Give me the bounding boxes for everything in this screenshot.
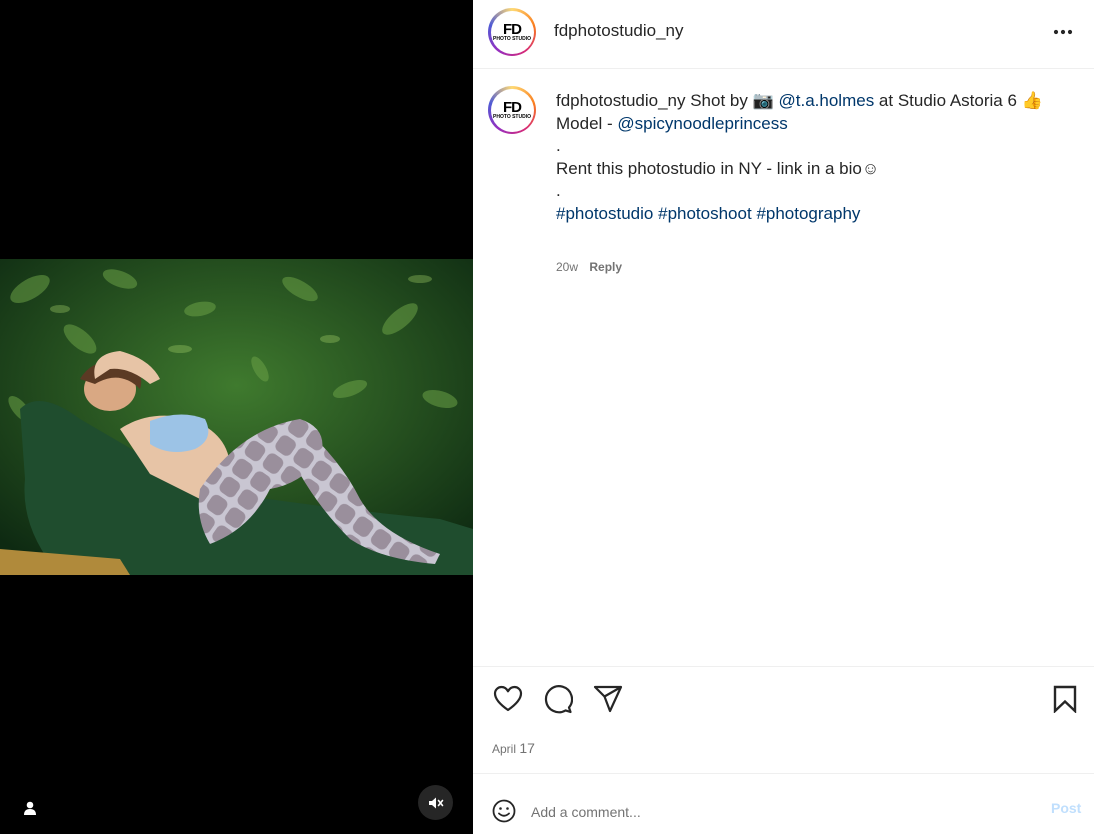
caption-meta: 20w Reply <box>556 260 630 274</box>
bookmark-icon <box>1053 685 1077 713</box>
comment-icon <box>544 685 573 714</box>
caption-section: FD PHOTO STUDIO fdphotostudio_ny Shot by… <box>473 70 1094 666</box>
logo-text: FD <box>503 99 522 116</box>
thumbs-up-emoji: 👍 <box>1021 91 1043 110</box>
hashtag-link[interactable]: #photography <box>756 204 860 223</box>
post-details-panel: FD PHOTO STUDIO fdphotostudio_ny FD PHOT… <box>473 0 1094 834</box>
caption-line-rent: Rent this photostudio in NY - link in a … <box>556 158 1066 181</box>
post-comment-button[interactable]: Post <box>1051 800 1081 816</box>
post-date[interactable]: April 17 <box>492 740 535 756</box>
user-tag-button[interactable] <box>18 796 42 820</box>
comment-input[interactable] <box>531 802 1021 822</box>
comment-button[interactable] <box>543 684 573 714</box>
caption-hashtags: #photostudio #photoshoot #photography <box>556 203 1066 226</box>
caption-dot-1: . <box>556 136 561 155</box>
studio-logo: FD PHOTO STUDIO <box>493 13 531 51</box>
add-comment-bar: Post <box>473 774 1094 834</box>
post-image-illustration <box>0 259 473 575</box>
caption-age[interactable]: 20w <box>556 260 578 274</box>
hashtag-link[interactable]: #photostudio <box>556 204 653 223</box>
studio-logo: FD PHOTO STUDIO <box>493 91 531 129</box>
caption-dot-2: . <box>556 181 561 200</box>
reply-button[interactable]: Reply <box>589 260 622 274</box>
model-prefix: Model - <box>556 113 618 133</box>
muted-icon <box>428 797 443 808</box>
camera-emoji: 📷 <box>752 91 774 110</box>
photographer-mention[interactable]: @t.a.holmes <box>779 91 875 110</box>
post-header: FD PHOTO STUDIO fdphotostudio_ny <box>473 0 1094 69</box>
emoji-picker-button[interactable] <box>491 798 517 824</box>
author-username[interactable]: fdphotostudio_ny <box>554 21 684 41</box>
caption-author-avatar[interactable]: FD PHOTO STUDIO <box>488 86 536 134</box>
caption-text: fdphotostudio_ny Shot by 📷 @t.a.holmes a… <box>556 90 1066 225</box>
caption-line-model: Model - @spicynoodleprincess <box>556 113 1066 136</box>
action-bar: April 17 <box>473 666 1094 774</box>
post-media[interactable] <box>0 0 473 834</box>
more-options-button[interactable] <box>1049 21 1077 43</box>
save-button[interactable] <box>1050 684 1080 714</box>
model-mention[interactable]: @spicynoodleprincess <box>617 114 787 133</box>
more-icon <box>1053 29 1073 35</box>
logo-subtext: PHOTO STUDIO <box>493 114 531 120</box>
caption-shot-by: Shot by <box>685 91 753 110</box>
caption-username[interactable]: fdphotostudio_ny <box>556 91 686 110</box>
rent-text: Rent this photostudio in NY - link in a … <box>556 158 862 178</box>
like-button[interactable] <box>493 684 523 714</box>
logo-subtext: PHOTO STUDIO <box>493 36 531 42</box>
post-date-day: 17 <box>519 740 535 756</box>
caption-location: at Studio Astoria 6 <box>874 91 1022 110</box>
smile-emoji: ☺ <box>861 158 880 178</box>
hashtag-link[interactable]: #photoshoot <box>658 204 752 223</box>
post-date-month: April <box>492 742 517 756</box>
share-button[interactable] <box>593 684 623 714</box>
mute-button[interactable] <box>418 785 453 820</box>
avatar-ring-inner: FD PHOTO STUDIO <box>490 88 534 132</box>
post-image[interactable] <box>0 259 473 575</box>
user-tag-icon <box>24 801 36 815</box>
logo-text: FD <box>503 21 522 38</box>
avatar-ring-inner: FD PHOTO STUDIO <box>490 10 534 54</box>
share-icon <box>593 685 623 713</box>
author-avatar[interactable]: FD PHOTO STUDIO <box>488 8 536 56</box>
caption-line-1: fdphotostudio_ny Shot by 📷 @t.a.holmes a… <box>556 90 1066 113</box>
emoji-icon <box>492 799 516 823</box>
heart-icon <box>493 685 523 712</box>
